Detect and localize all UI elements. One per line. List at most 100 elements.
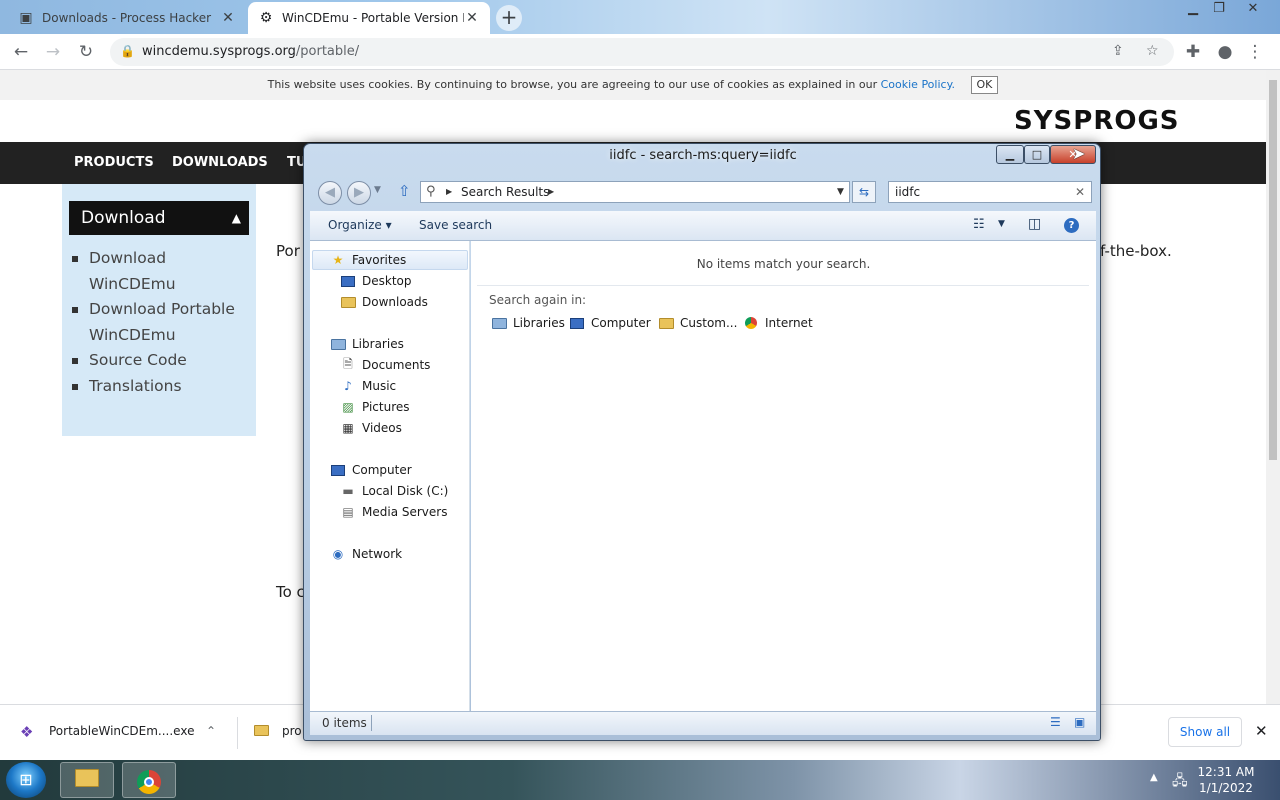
up-arrow-icon[interactable]: ⇧ — [398, 182, 411, 200]
close-icon[interactable]: ✕ — [220, 10, 236, 26]
mouse-cursor-icon: ➤ — [1072, 144, 1086, 163]
media-server-icon: ▤ — [342, 505, 354, 519]
clear-search-icon[interactable]: ✕ — [1075, 182, 1085, 202]
nav-videos[interactable]: ▦ Videos — [340, 421, 402, 435]
address-bar[interactable]: ⚲ ▶ Search Results ▶ ▼ — [420, 181, 850, 203]
cookie-policy-link[interactable]: Cookie Policy. — [881, 78, 955, 91]
system-clock[interactable]: 12:31 AM 1/1/2022 — [1194, 764, 1258, 796]
nav-music[interactable]: ♪ Music — [340, 379, 396, 393]
search-again-internet[interactable]: Internet — [743, 316, 813, 330]
download-item-name[interactable]: pro — [282, 724, 302, 738]
maximize-button[interactable]: □ — [1024, 145, 1050, 164]
tab-wincdemu[interactable]: ⚙ WinCDEmu - Portable Version Do ✕ — [248, 2, 490, 34]
sidebar-link-translations[interactable]: Translations — [72, 374, 252, 400]
close-icon[interactable]: ✕ — [1255, 722, 1268, 740]
forward-button[interactable]: ▶ — [347, 181, 371, 205]
sidebar-link-download[interactable]: Download WinCDEmu — [72, 246, 252, 297]
nav-network[interactable]: ◉ Network — [330, 547, 402, 561]
view-dropdown-icon[interactable]: ▼ — [998, 219, 1005, 229]
sysprogs-logo[interactable]: SYSPROGS — [1014, 106, 1180, 136]
desktop-icon — [340, 274, 356, 288]
recent-pages-dropdown[interactable]: ▼ — [374, 185, 381, 195]
nav-pictures[interactable]: ▨ Pictures — [340, 400, 409, 414]
nav-media-servers[interactable]: ▤ Media Servers — [340, 505, 447, 519]
breadcrumb-search-results[interactable]: Search Results — [461, 182, 549, 202]
search-again-custom[interactable]: Custom... — [658, 316, 737, 330]
nav-computer[interactable]: Computer — [330, 463, 412, 477]
forward-button[interactable]: → — [41, 41, 65, 63]
sidebar-links: Download WinCDEmu Download Portable WinC… — [72, 246, 252, 400]
breadcrumb-arrow-icon[interactable]: ▶ — [548, 182, 554, 202]
search-again-computer[interactable]: Computer — [569, 316, 651, 330]
preview-pane-icon[interactable]: ◫ — [1028, 216, 1041, 232]
large-icons-view-icon[interactable]: ▣ — [1074, 715, 1085, 729]
search-again-label: Search again in: — [489, 293, 587, 307]
reload-button[interactable]: ↻ — [74, 41, 98, 63]
help-icon[interactable]: ? — [1064, 218, 1079, 233]
address-bar[interactable]: 🔒 wincdemu.sysprogs.org/portable/ ⇪ ☆ — [110, 38, 1174, 66]
page-scrollbar[interactable] — [1266, 70, 1280, 704]
refresh-icon[interactable]: ⇆ — [852, 181, 876, 203]
sidebar-link-download-portable[interactable]: Download Portable WinCDEmu — [72, 297, 252, 348]
nav-downloads[interactable]: Downloads — [340, 295, 428, 309]
address-dropdown-icon[interactable]: ▼ — [837, 182, 844, 202]
back-button[interactable]: ← — [9, 41, 33, 63]
nav-documents[interactable]: 🗎 Documents — [340, 357, 430, 373]
status-bar: 0 items ☰ ▣ — [310, 711, 1096, 735]
nav-desktop[interactable]: Desktop — [340, 274, 412, 288]
details-view-icon[interactable]: ☰ — [1050, 715, 1061, 729]
download-sidebar: Download ▲ Download WinCDEmu Download Po… — [62, 184, 256, 436]
lock-icon: 🔒 — [120, 44, 135, 58]
chevron-up-icon[interactable]: ⌃ — [206, 724, 216, 738]
cookie-text: This website uses cookies. By continuing… — [267, 78, 878, 91]
nav-libraries[interactable]: Libraries — [330, 337, 404, 351]
network-tray-icon[interactable]: 🖧 — [1172, 770, 1188, 794]
start-button[interactable]: ⊞ — [6, 762, 46, 798]
show-all-button[interactable]: Show all — [1168, 717, 1242, 747]
sidebar-link-source-code[interactable]: Source Code — [72, 348, 252, 374]
cookie-ok-button[interactable]: OK — [970, 76, 999, 94]
download-item-name[interactable]: PortableWinCDEm....exe — [49, 724, 194, 738]
music-note-icon: ♪ — [344, 379, 352, 393]
close-icon[interactable]: ✕ — [464, 10, 480, 26]
minimize-button[interactable]: ▁ — [996, 145, 1024, 164]
tray-expand-icon[interactable]: ▲ — [1150, 772, 1158, 783]
save-search-button[interactable]: Save search — [419, 218, 492, 232]
chrome-icon — [743, 316, 759, 330]
body-text-fragment: Por — [276, 242, 300, 260]
tab-process-hacker[interactable]: ▣ Downloads - Process Hacker ✕ — [8, 2, 246, 34]
nav-downloads[interactable]: DOWNLOADS — [172, 155, 268, 170]
nav-products[interactable]: PRODUCTS — [74, 155, 154, 170]
body-text-fragment: f-the-box. — [1100, 242, 1172, 260]
back-button[interactable]: ◀ — [318, 181, 342, 205]
search-results-icon: ⚲ — [426, 184, 436, 199]
extensions-icon[interactable]: ✚ — [1181, 41, 1205, 63]
browser-tab-strip: ▣ Downloads - Process Hacker ✕ ⚙ WinCDEm… — [0, 0, 1280, 34]
close-window-button[interactable]: ✕ — [1238, 0, 1268, 20]
menu-kebab-icon[interactable]: ⋮ — [1243, 41, 1267, 63]
chrome-taskbar-icon[interactable] — [122, 762, 176, 798]
window-title: iidfc - search-ms:query=iidfc — [609, 148, 797, 163]
breadcrumb-arrow-icon[interactable]: ▶ — [446, 182, 452, 202]
libraries-icon — [491, 316, 507, 330]
navigation-pane: ★ Favorites Desktop Downloads Libraries 🗎… — [310, 241, 470, 711]
new-tab-button[interactable]: + — [496, 5, 522, 31]
organize-button[interactable]: Organize ▾ — [328, 218, 392, 232]
search-again-libraries[interactable]: Libraries — [491, 316, 565, 330]
profile-avatar-icon[interactable]: ● — [1213, 41, 1237, 63]
bookmark-star-icon[interactable]: ☆ — [1146, 43, 1159, 59]
scrollbar-thumb[interactable] — [1269, 80, 1277, 460]
nav-favorites[interactable]: ★ Favorites — [330, 253, 407, 267]
computer-icon — [569, 316, 585, 330]
item-count: 0 items — [322, 716, 367, 730]
nav-local-disk[interactable]: ▬ Local Disk (C:) — [340, 484, 448, 498]
restore-button[interactable]: ❐ — [1204, 0, 1234, 20]
sidebar-title: Download — [81, 208, 166, 228]
command-bar: Organize ▾ Save search ☷ ▼ ◫ ? — [310, 211, 1096, 241]
sidebar-header[interactable]: Download ▲ — [69, 201, 249, 235]
view-options-icon[interactable]: ☷ — [973, 217, 985, 232]
explorer-taskbar-icon[interactable] — [60, 762, 114, 798]
share-icon[interactable]: ⇪ — [1112, 43, 1124, 59]
results-pane: No items match your search. Search again… — [471, 241, 1096, 711]
search-input[interactable]: iidfc ✕ — [888, 181, 1092, 203]
